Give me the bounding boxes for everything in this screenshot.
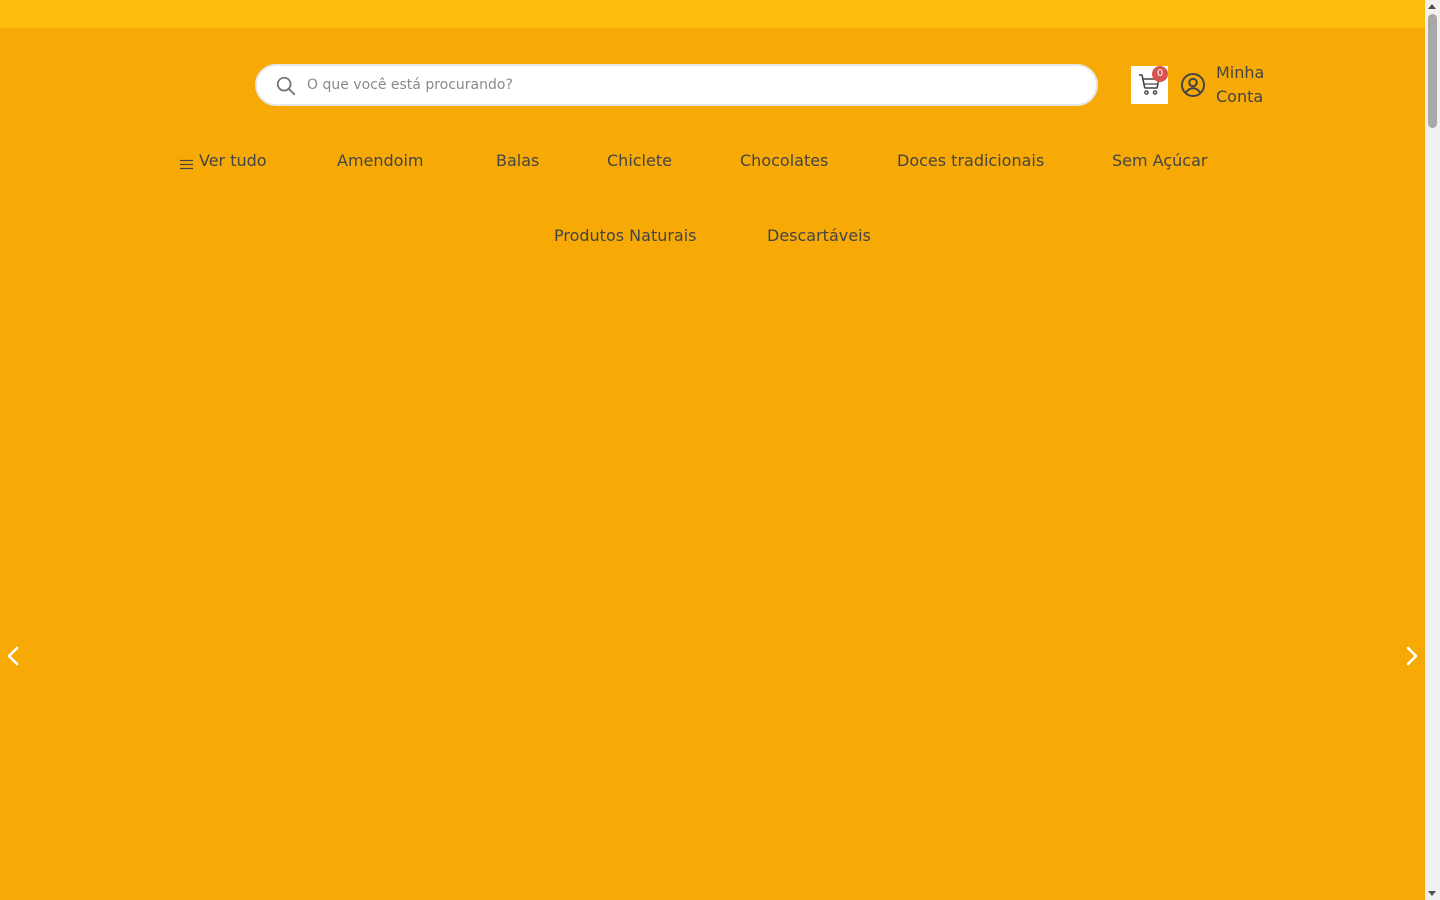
carousel-prev-button[interactable] xyxy=(4,646,22,670)
carousel-next-button[interactable] xyxy=(1403,646,1421,670)
nav-item-doces-tradicionais[interactable]: Doces tradicionais xyxy=(897,151,1044,171)
page: 0 Minha Conta Ver tudo Amendoim Balas Ch… xyxy=(0,0,1425,900)
hamburger-icon xyxy=(180,155,193,170)
nav-item-amendoim[interactable]: Amendoim xyxy=(337,151,424,171)
page-scrollbar[interactable] xyxy=(1425,0,1440,900)
nav-item-sem-acucar[interactable]: Sem Açúcar xyxy=(1112,151,1207,171)
nav-item-label: Ver tudo xyxy=(199,151,267,170)
chevron-left-icon xyxy=(6,645,20,671)
search-icon[interactable] xyxy=(275,75,297,97)
account-link[interactable]: Minha Conta xyxy=(1180,60,1276,110)
user-circle-icon xyxy=(1180,72,1206,98)
account-label-line1: Minha xyxy=(1216,63,1265,82)
nav-item-produtos-naturais[interactable]: Produtos Naturais xyxy=(554,226,697,246)
chevron-right-icon xyxy=(1405,645,1419,671)
nav-item-chocolates[interactable]: Chocolates xyxy=(740,151,828,171)
cart-count-badge: 0 xyxy=(1152,66,1168,82)
scroll-down-arrow[interactable] xyxy=(1428,891,1436,896)
nav-item-ver-tudo[interactable]: Ver tudo xyxy=(180,151,267,171)
nav-item-chiclete[interactable]: Chiclete xyxy=(607,151,672,171)
nav-item-balas[interactable]: Balas xyxy=(496,151,539,171)
nav-item-descartaveis[interactable]: Descartáveis xyxy=(767,226,871,246)
top-announcement-bar xyxy=(0,0,1425,28)
account-label-line2: Conta xyxy=(1216,87,1264,106)
search-input[interactable] xyxy=(307,74,1067,96)
account-label: Minha Conta xyxy=(1216,61,1276,109)
scrollbar-thumb[interactable] xyxy=(1428,14,1437,128)
search-bar[interactable] xyxy=(255,64,1098,106)
scroll-up-arrow[interactable] xyxy=(1428,4,1436,9)
